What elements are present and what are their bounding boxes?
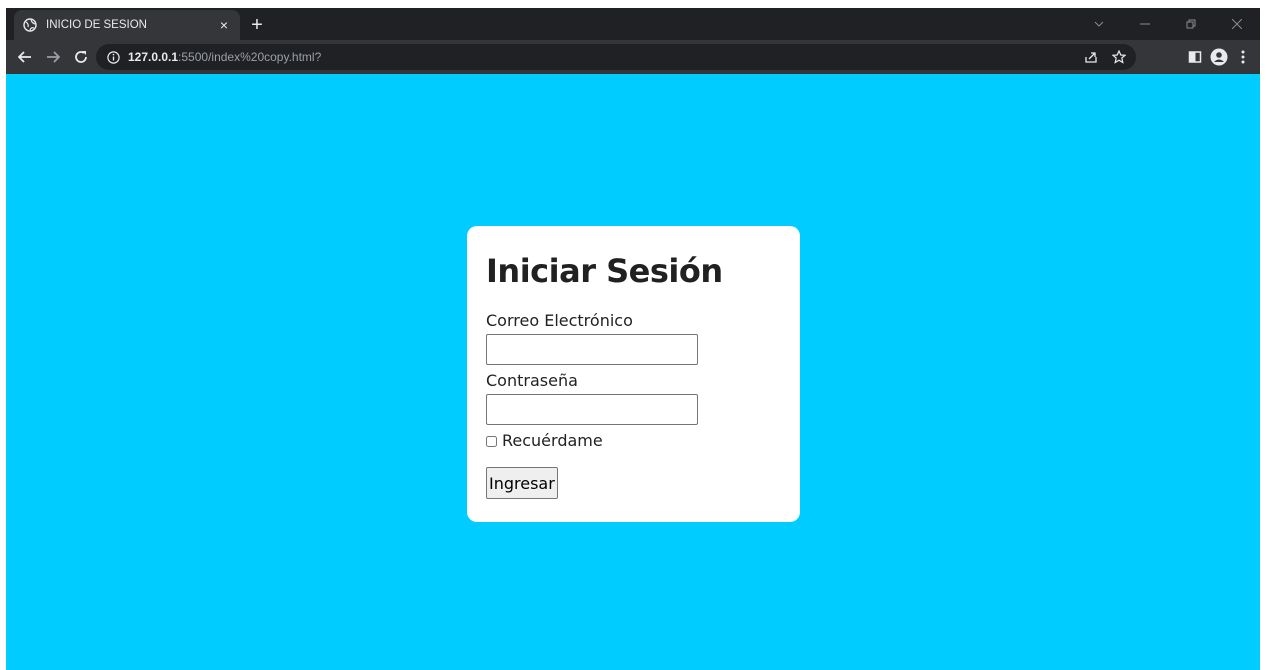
remember-me-checkbox[interactable] [486,435,497,447]
side-panel-icon[interactable] [1186,48,1204,66]
globe-icon [22,17,38,33]
plus-icon[interactable]: + [246,14,268,36]
back-arrow-icon[interactable] [12,44,38,70]
tab-inicio-de-sesion[interactable]: INICIO DE SESION × [14,10,240,40]
address-bar-actions [1082,44,1128,70]
email-label: Correo Electrónico [486,311,633,330]
email-field[interactable] [486,334,698,365]
url-host: 127.0.0.1 [128,50,179,64]
close-icon[interactable]: × [216,17,232,33]
minimize-icon[interactable] [1122,8,1168,40]
ingresar-button[interactable]: Ingresar [486,467,558,499]
window-controls [1076,8,1260,40]
window-close-icon[interactable] [1214,8,1260,40]
password-field[interactable] [486,394,698,425]
restore-icon[interactable] [1168,8,1214,40]
remember-me-label: Recuérdame [502,431,603,450]
password-label: Contraseña [486,371,578,390]
star-icon[interactable] [1110,48,1128,66]
menu-kebab-icon[interactable] [1234,48,1252,66]
chevron-down-icon[interactable] [1076,8,1122,40]
reload-icon[interactable] [68,44,94,70]
remember-me-row: Recuérdame [486,431,781,451]
browser-window: INICIO DE SESION × + 127.0.0.1:5500/inde… [6,8,1260,670]
address-bar[interactable]: 127.0.0.1:5500/index%20copy.html? [96,44,1136,70]
url-path: :5500/index%20copy.html? [178,50,322,64]
tab-title: INICIO DE SESION [46,19,147,31]
profile-icon[interactable] [1210,48,1228,66]
page-title: Iniciar Sesión [486,252,723,290]
login-card: Iniciar Sesión Correo Electrónico Contra… [467,226,800,522]
share-icon[interactable] [1082,48,1100,66]
browser-toolbar: 127.0.0.1:5500/index%20copy.html? [6,40,1260,74]
page-viewport: Iniciar Sesión Correo Electrónico Contra… [6,74,1260,670]
forward-arrow-icon[interactable] [40,44,66,70]
info-icon[interactable] [106,50,120,64]
url-text: 127.0.0.1:5500/index%20copy.html? [128,50,321,64]
toolbar-right-actions [1186,44,1252,70]
tab-strip: INICIO DE SESION × + [6,8,1260,40]
